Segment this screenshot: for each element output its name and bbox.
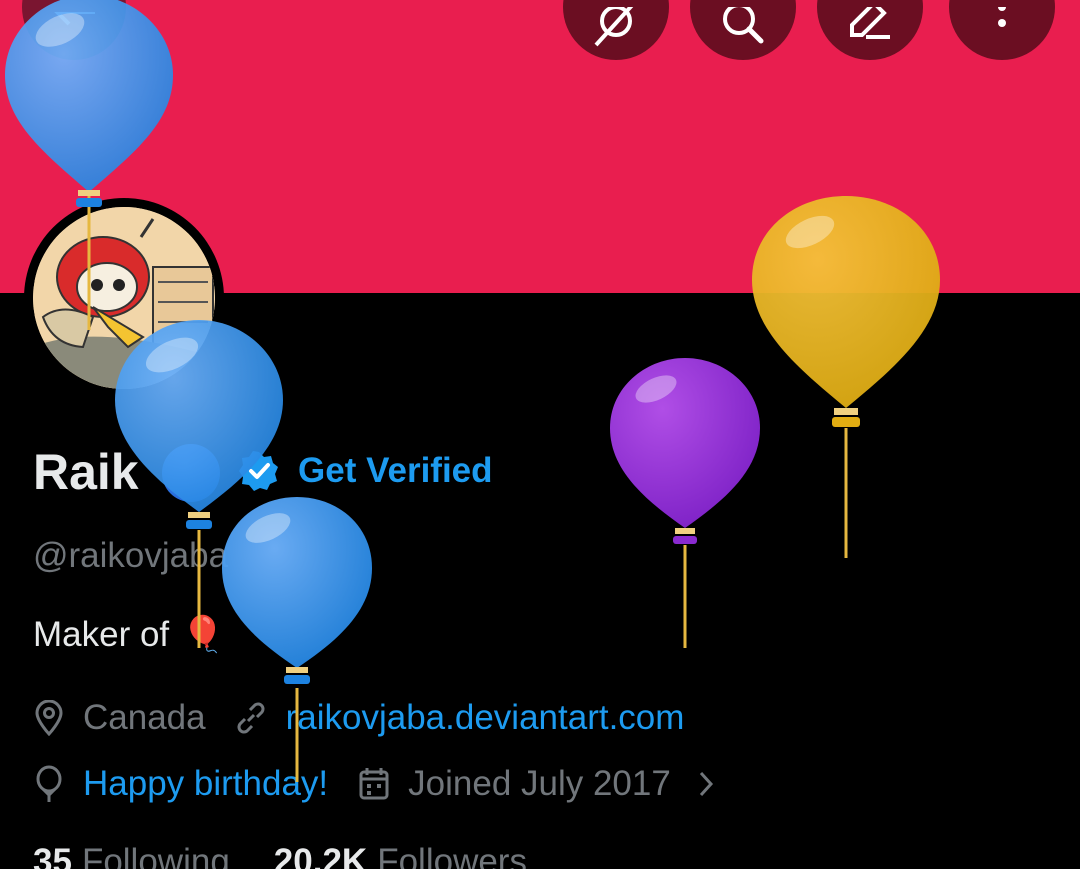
followers-count[interactable]: 20.2K <box>274 842 367 869</box>
birthday-link[interactable]: Happy birthday! <box>83 764 328 804</box>
balloon-icon <box>33 765 65 803</box>
bio: Maker of 🎈 <box>33 614 225 655</box>
bio-text: Maker of <box>33 614 170 654</box>
balloon-blue-3 <box>222 497 372 782</box>
more-icon <box>998 7 1006 27</box>
location-pin-icon <box>33 700 65 736</box>
verified-badge-icon <box>239 451 278 491</box>
location-text: Canada <box>83 698 206 737</box>
search-icon <box>723 7 764 44</box>
avatar-illustration <box>33 207 215 389</box>
edit-icon <box>850 7 890 39</box>
following-label[interactable]: Following <box>82 842 230 869</box>
get-verified-link[interactable]: Get Verified <box>238 450 493 492</box>
joined-date: Joined July 2017 <box>408 764 671 803</box>
chevron-right-icon[interactable] <box>697 769 715 799</box>
birthday-joined-row: Happy birthday! Joined July 2017 <box>33 764 733 804</box>
get-verified-label: Get Verified <box>298 451 493 490</box>
balloon-ball-overlay <box>162 444 220 502</box>
calendar-icon <box>358 767 390 801</box>
grok-icon <box>594 7 634 47</box>
link-icon <box>234 701 268 735</box>
back-arrow-icon <box>54 12 95 26</box>
balloon-emoji: 🎈 <box>181 615 225 654</box>
handle: @raikovjaba <box>33 536 229 575</box>
display-name: Raik <box>33 444 139 500</box>
following-count[interactable]: 35 <box>33 842 72 869</box>
website-link[interactable]: raikovjaba.deviantart.com <box>286 698 685 738</box>
followers-label[interactable]: Followers <box>377 842 527 869</box>
balloon-purple <box>610 358 760 648</box>
follow-stats: 35 Following 20.2K Followers <box>33 842 571 869</box>
profile-screen: Raik Get Verified @raikovjaba Maker of 🎈… <box>0 0 1080 869</box>
location-website-row: Canada raikovjaba.deviantart.com <box>33 698 684 738</box>
avatar[interactable] <box>33 207 215 389</box>
